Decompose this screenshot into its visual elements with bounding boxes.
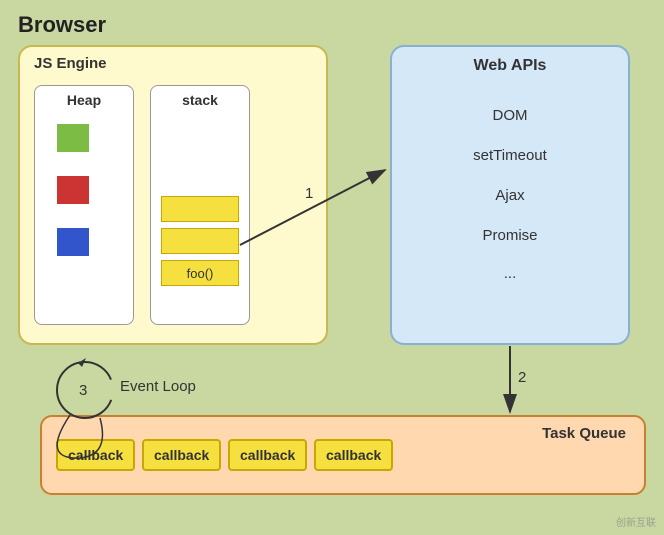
heap-rect-blue bbox=[57, 228, 89, 256]
event-loop-arrowhead bbox=[78, 358, 86, 367]
watermark: 创新互联 bbox=[616, 514, 656, 529]
web-apis-settimeout: setTimeout bbox=[392, 147, 628, 164]
js-engine-box: JS Engine Heap stack foo() bbox=[18, 45, 328, 345]
heap-box: Heap bbox=[34, 85, 134, 325]
stack-foo: foo() bbox=[161, 260, 239, 286]
web-apis-box: Web APIs DOM setTimeout Ajax Promise ... bbox=[390, 45, 630, 345]
web-apis-ellipsis: ... bbox=[392, 265, 628, 282]
stack-label: stack bbox=[182, 92, 218, 108]
heap-rect-green bbox=[57, 124, 89, 152]
event-loop-circle bbox=[57, 362, 113, 418]
callback-button-1: callback bbox=[56, 439, 135, 471]
web-apis-promise: Promise bbox=[392, 227, 628, 244]
callback-button-2: callback bbox=[142, 439, 221, 471]
callback-button-4: callback bbox=[314, 439, 393, 471]
stack-bar-2 bbox=[161, 228, 239, 254]
arrow-2-label: 2 bbox=[518, 369, 526, 386]
web-apis-ajax: Ajax bbox=[392, 187, 628, 204]
web-apis-dom: DOM bbox=[392, 107, 628, 124]
web-apis-label: Web APIs bbox=[474, 57, 547, 75]
browser-title: Browser bbox=[18, 12, 106, 38]
event-loop-label: Event Loop bbox=[120, 378, 196, 395]
stack-box: stack foo() bbox=[150, 85, 250, 325]
heap-rect-red bbox=[57, 176, 89, 204]
task-queue-label: Task Queue bbox=[542, 425, 626, 442]
event-loop-number: 3 bbox=[79, 382, 87, 399]
callback-button-3: callback bbox=[228, 439, 307, 471]
heap-label: Heap bbox=[67, 92, 101, 108]
js-engine-label: JS Engine bbox=[34, 55, 107, 72]
task-queue-box: Task Queue callback callback callback ca… bbox=[40, 415, 646, 495]
stack-bar-1 bbox=[161, 196, 239, 222]
